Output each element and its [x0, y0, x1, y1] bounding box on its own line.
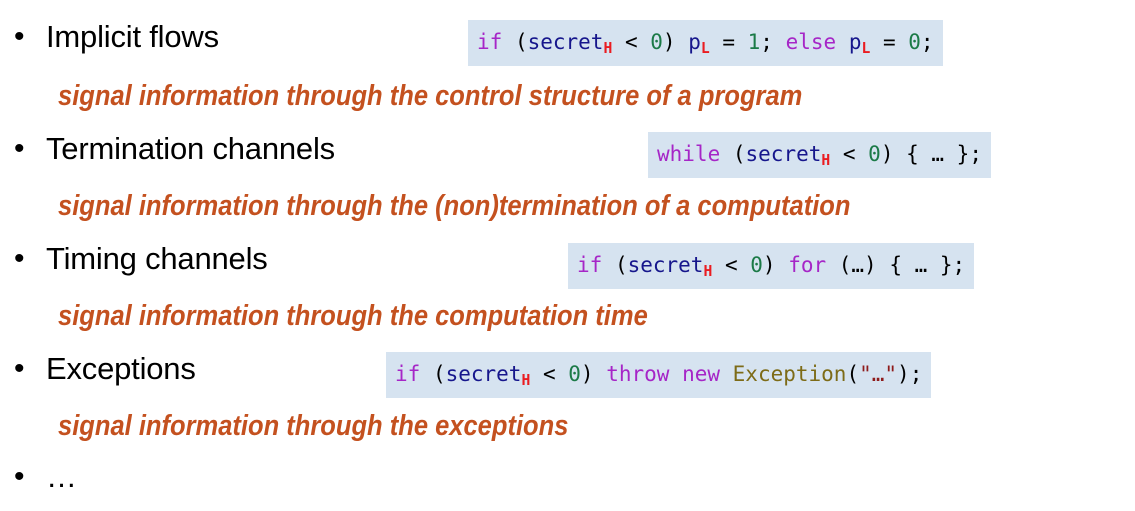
code-token: while — [657, 142, 721, 166]
code-token: ( — [420, 362, 446, 386]
code-token: = — [709, 30, 748, 54]
description-exceptions: signal information through the exception… — [58, 410, 569, 442]
code-token: ( — [846, 362, 860, 386]
code-token: < — [612, 30, 651, 54]
code-subscript: H — [821, 152, 831, 170]
bullet-label-exceptions: Exceptions — [46, 351, 196, 386]
code-token: new — [682, 362, 720, 386]
code-token: 0 — [650, 30, 663, 54]
bullet-label-termination-channels: Termination channels — [46, 131, 335, 166]
code-token: for — [788, 253, 827, 277]
code-token: if — [395, 362, 421, 386]
code-subscript: L — [700, 40, 710, 58]
slide-canvas: • Implicit flows if (secretH < 0) pL = 1… — [0, 0, 1135, 511]
code-token: ) — [662, 30, 689, 54]
code-token: secretH — [745, 142, 831, 170]
bullet-label-implicit-flows: Implicit flows — [46, 19, 219, 54]
code-snippet-exceptions: if (secretH < 0) throw new Exception("…"… — [386, 352, 932, 398]
code-token: 0 — [750, 253, 763, 277]
code-token: (…) { … }; — [826, 253, 966, 277]
bullet-glyph-icon: • — [14, 132, 25, 165]
code-token: 0 — [908, 30, 921, 54]
code-snippet-termination-channels: while (secretH < 0) { … }; — [648, 132, 991, 178]
code-subscript: L — [861, 40, 871, 58]
code-token: 1 — [747, 30, 761, 54]
code-token: ( — [502, 30, 528, 54]
code-token: 0 — [868, 142, 881, 166]
code-token: throw — [606, 362, 670, 386]
bullet-glyph-icon: • — [14, 242, 25, 275]
code-token: < — [530, 362, 569, 386]
bullet-row-more: • … — [0, 450, 1135, 504]
code-subscript: H — [703, 263, 713, 281]
code-token: ) — [580, 362, 607, 386]
code-subscript: H — [603, 40, 613, 58]
code-token: secretH — [527, 30, 613, 58]
bullet-glyph-icon: • — [14, 352, 25, 385]
code-token: ) { … }; — [880, 142, 982, 166]
code-token: < — [830, 142, 869, 166]
code-token: < — [712, 253, 751, 277]
code-token: ( — [602, 253, 628, 277]
code-token: ( — [720, 142, 746, 166]
code-token: 0 — [568, 362, 581, 386]
code-token: ; — [920, 30, 934, 54]
code-snippet-implicit-flows: if (secretH < 0) pL = 1; else pL = 0; — [468, 20, 943, 66]
code-token: if — [477, 30, 503, 54]
code-token: else — [785, 30, 837, 54]
code-token: if — [577, 253, 603, 277]
code-token: pL — [688, 30, 710, 58]
code-token: pL — [848, 30, 871, 58]
code-token: secretH — [627, 253, 713, 281]
code-token: secretH — [445, 362, 531, 390]
bullet-label-timing-channels: Timing channels — [46, 241, 268, 276]
code-token: "…" — [859, 362, 898, 386]
code-subscript: H — [521, 372, 531, 390]
bullet-label-more: … — [46, 459, 77, 494]
code-token: ); — [897, 362, 923, 386]
code-token: = — [870, 30, 909, 54]
bullet-glyph-icon: • — [14, 460, 25, 493]
code-token: Exception — [732, 362, 847, 386]
code-snippet-timing-channels: if (secretH < 0) for (…) { … }; — [568, 243, 975, 289]
description-termination-channels: signal information through the (non)term… — [58, 190, 851, 222]
code-token: ) — [762, 253, 789, 277]
description-timing-channels: signal information through the computati… — [58, 300, 648, 332]
description-implicit-flows: signal information through the control s… — [58, 80, 803, 112]
bullet-glyph-icon: • — [14, 20, 25, 53]
code-token: ; — [760, 30, 786, 54]
